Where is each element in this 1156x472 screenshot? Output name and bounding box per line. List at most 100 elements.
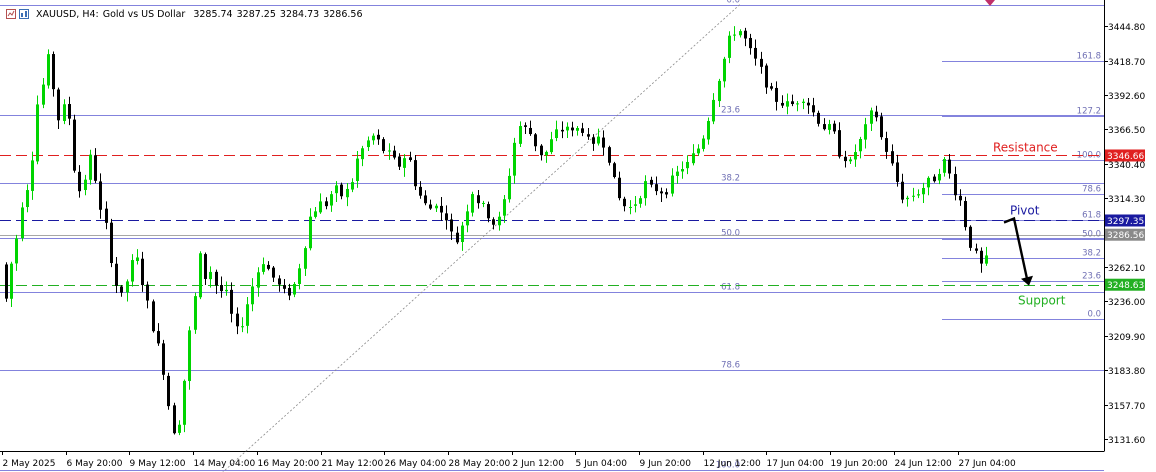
bull-candle	[508, 175, 511, 200]
bear-candle	[220, 285, 223, 292]
bear-candle	[105, 208, 108, 223]
bear-candle	[215, 271, 218, 286]
y-tick-label: 3262.10	[1108, 264, 1145, 274]
bull-candle	[36, 104, 39, 162]
bear-candle	[781, 102, 784, 106]
chart-area[interactable]: 0.0 23.6 38.2 50.0 61.8 78.6 100.0 161.8 127.2 10…	[0, 0, 1156, 472]
bear-candle	[660, 191, 663, 194]
x-tick-label: 26 May 04:00	[385, 459, 447, 469]
bear-candle	[162, 343, 165, 375]
chart-type-icon[interactable]	[6, 9, 16, 19]
bull-candle	[503, 199, 506, 216]
bull-candle	[257, 272, 260, 288]
bear-candle	[775, 87, 778, 102]
time-axis[interactable]: 2 May 2025 6 May 20:00 9 May 12:00 14 May 0…	[2, 451, 1016, 469]
bull-candle	[697, 148, 700, 154]
bull-candle	[912, 195, 915, 197]
bear-candle	[812, 105, 815, 113]
y-tick-label: 3444.80	[1108, 23, 1145, 33]
bull-candle	[194, 296, 197, 330]
bull-candle	[183, 380, 186, 425]
y-tick-label: 3366.50	[1108, 126, 1145, 136]
bear-candle	[933, 176, 936, 182]
bear-candle	[382, 139, 385, 151]
bear-candle	[450, 219, 453, 232]
resistance-price-tag-label: 3346.66	[1107, 152, 1144, 162]
bull-candle	[482, 202, 485, 204]
bear-candle	[749, 37, 752, 49]
bear-candle	[948, 159, 951, 174]
bear-candle	[445, 213, 448, 221]
bull-candle	[466, 211, 469, 226]
candlestick-chart[interactable]: 0.023.638.250.061.878.6100.0161.8127.210…	[0, 0, 1156, 472]
bear-candle	[167, 375, 170, 407]
bull-candle	[471, 194, 474, 213]
fib-left-label: 61.8	[721, 283, 740, 293]
bull-candle	[859, 138, 862, 152]
support-label: Support	[1018, 294, 1066, 308]
x-tick-label: 6 May 20:00	[67, 459, 123, 469]
bear-candle	[283, 285, 286, 289]
bear-candle	[419, 186, 422, 196]
bear-candle	[901, 181, 904, 200]
bull-candle	[47, 54, 50, 86]
bull-candle	[461, 225, 464, 243]
bear-candle	[492, 219, 495, 225]
bear-candle	[99, 181, 102, 210]
bear-candle	[534, 134, 537, 147]
bull-candle	[828, 124, 831, 130]
bear-candle	[760, 58, 763, 67]
bull-candle	[178, 424, 181, 433]
bear-candle	[120, 286, 123, 293]
bull-candle	[126, 281, 129, 293]
x-tick-label: 19 Jun 20:00	[831, 459, 888, 469]
y-tick-label: 3340.40	[1108, 161, 1145, 171]
fib-right-label: 161.8	[1077, 52, 1101, 62]
bull-candle	[985, 255, 988, 264]
fib-left-label: 38.2	[721, 174, 740, 184]
bull-candle	[304, 248, 307, 269]
bull-candle	[435, 205, 438, 209]
bull-candle	[519, 126, 522, 144]
bear-candle	[173, 405, 176, 434]
bull-candle	[131, 260, 134, 282]
bear-candle	[440, 205, 443, 213]
bull-candle	[89, 154, 92, 180]
header-low: 3284.73	[279, 8, 320, 20]
bull-candle	[346, 188, 349, 198]
indicators-icon[interactable]	[19, 9, 29, 19]
bear-candle	[377, 134, 380, 140]
x-tick-label: 2 May 2025	[3, 459, 56, 469]
x-tick-label: 9 May 12:00	[130, 459, 186, 469]
bull-candle	[566, 126, 569, 131]
bear-candle	[540, 145, 543, 156]
bear-candle	[592, 137, 595, 144]
bull-candle	[550, 139, 553, 153]
y-tick-label: 3209.90	[1108, 333, 1145, 343]
y-tick-label: 3183.80	[1108, 367, 1145, 377]
bull-candle	[692, 153, 695, 164]
bull-candle	[314, 211, 317, 217]
fib-left-label: 50.0	[721, 229, 740, 239]
header-colon: :	[95, 8, 99, 20]
bull-candle	[351, 182, 354, 190]
bear-candle	[817, 112, 820, 124]
bull-candle	[707, 120, 710, 140]
bull-candle	[927, 177, 930, 188]
bull-candle	[309, 216, 312, 249]
bear-candle	[456, 232, 459, 243]
bull-candle	[298, 268, 301, 285]
current-price-tag-label: 3286.56	[1107, 231, 1144, 241]
bear-candle	[665, 192, 668, 195]
fib-right-label: 23.6	[1082, 272, 1101, 282]
bull-candle	[403, 158, 406, 168]
x-tick-label: 5 Jun 04:00	[576, 459, 628, 469]
bear-candle	[272, 267, 275, 278]
bull-candle	[597, 136, 600, 144]
bull-candle	[870, 110, 873, 124]
bear-candle	[94, 155, 97, 181]
bear-candle	[393, 150, 396, 158]
bear-candle	[896, 162, 899, 182]
bear-candle	[655, 184, 658, 192]
bear-candle	[409, 157, 412, 161]
